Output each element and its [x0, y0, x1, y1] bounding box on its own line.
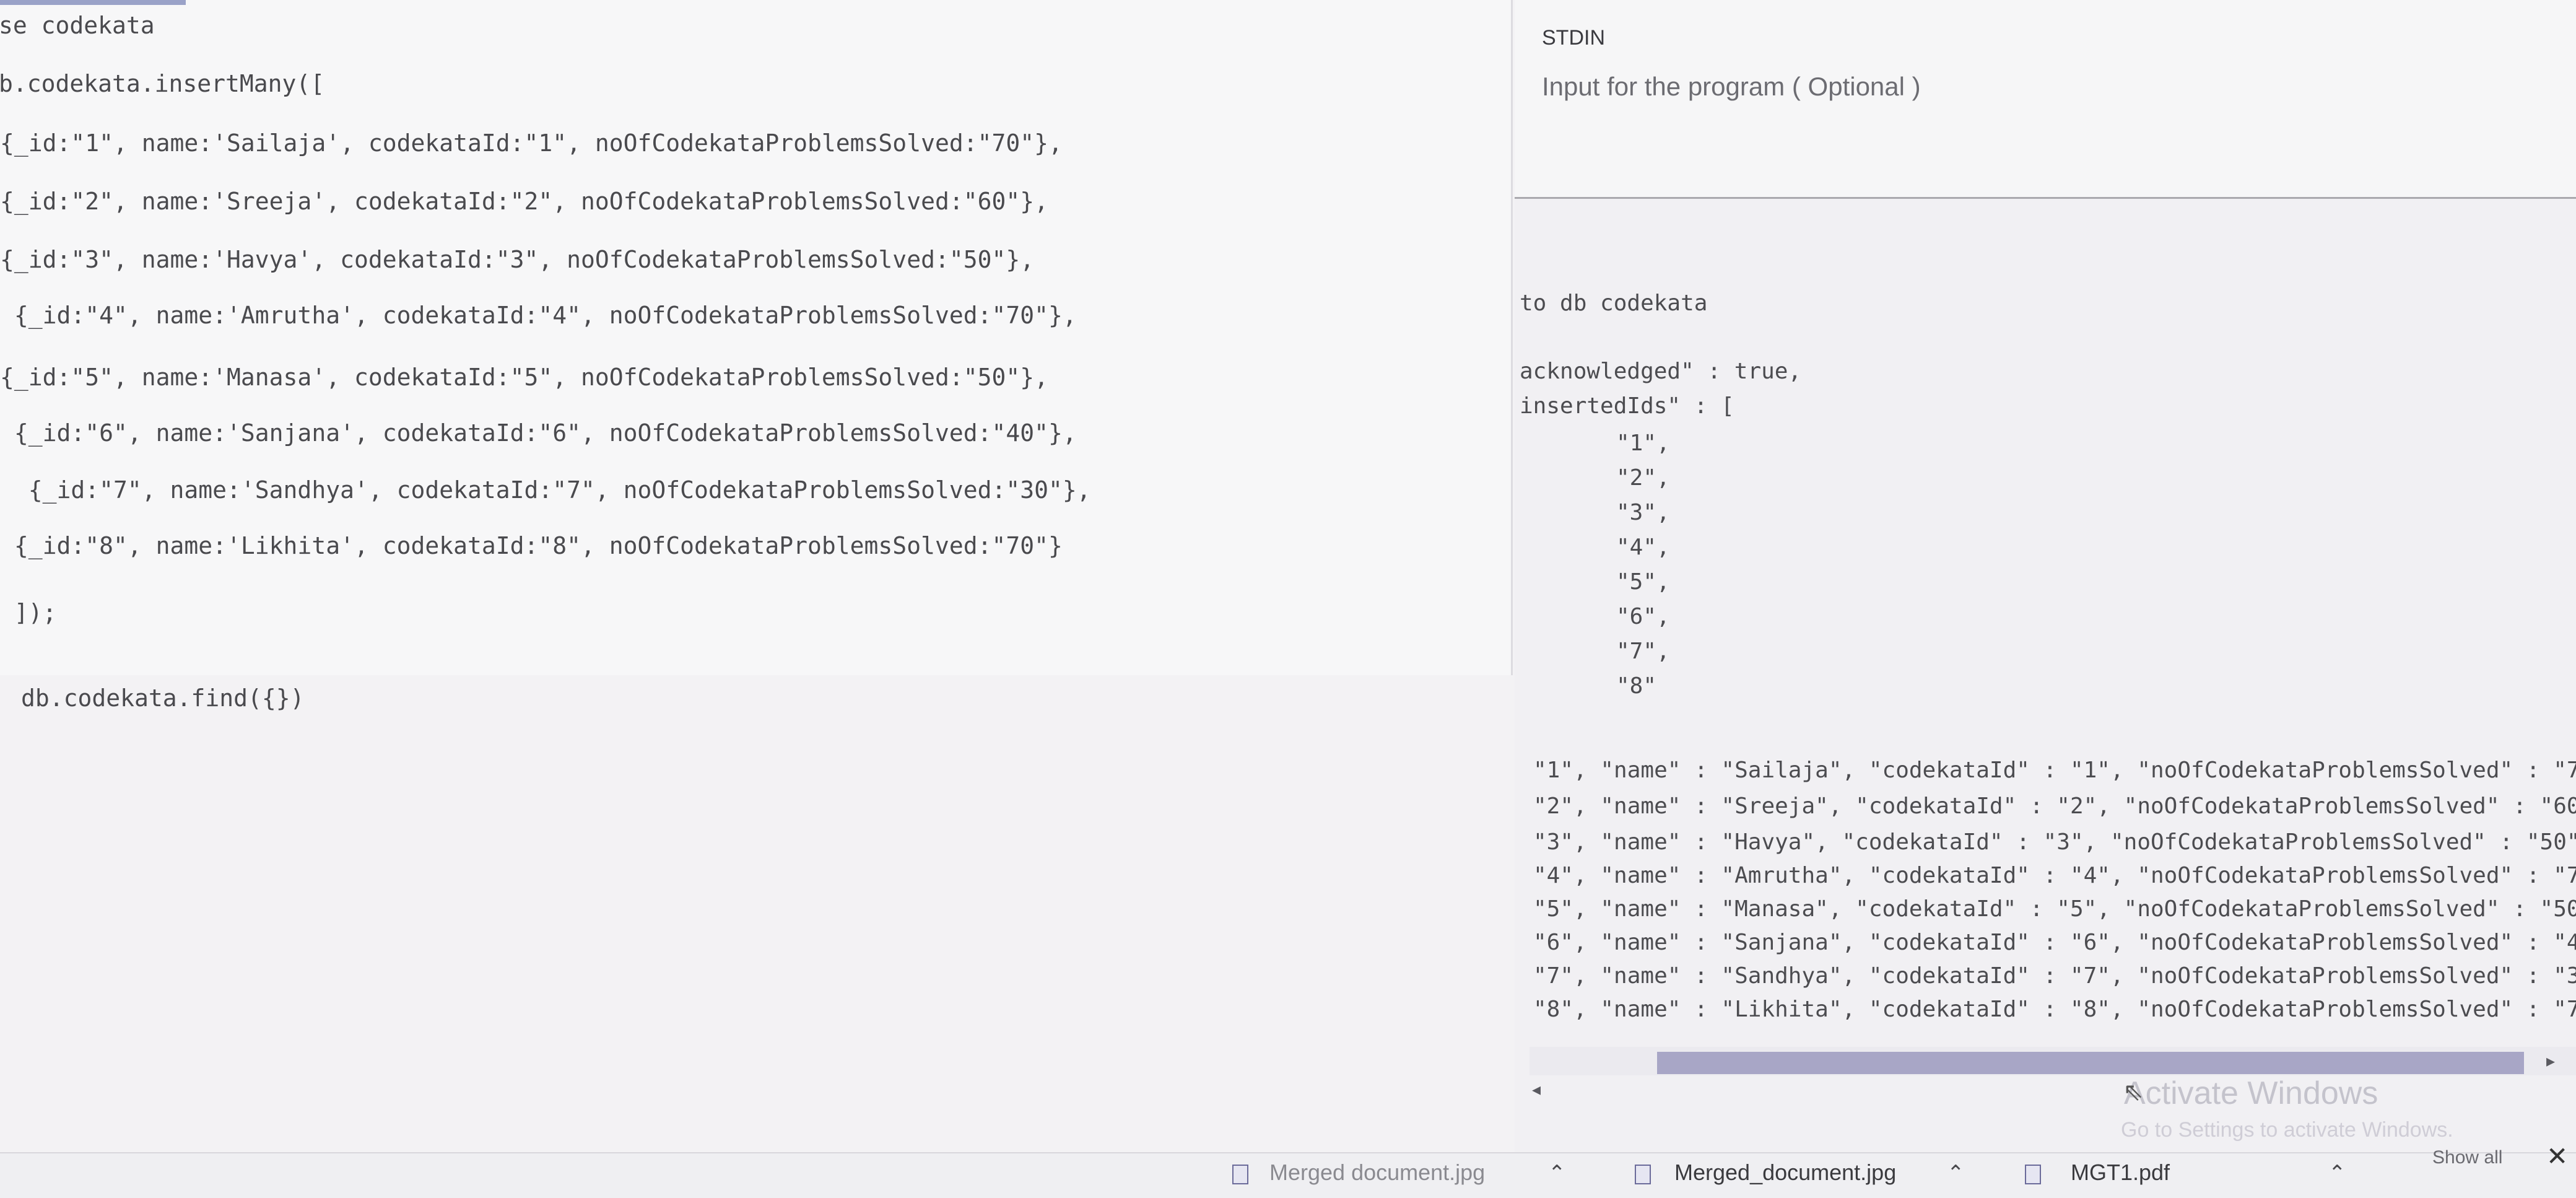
- download-item-label[interactable]: Merged document.jpg: [1269, 1160, 1485, 1186]
- inserted-id: "5",: [1616, 569, 1670, 595]
- inserted-id: "6",: [1616, 604, 1670, 629]
- activate-windows-watermark: Activate Windows: [2124, 1075, 2378, 1111]
- download-item-label[interactable]: MGT1.pdf: [2071, 1160, 2170, 1186]
- document-line: "5", "name" : "Manasa", "codekataId" : "…: [1533, 896, 2576, 922]
- document-line: "6", "name" : "Sanjana", "codekataId" : …: [1533, 930, 2576, 955]
- output-line: acknowledged" : true,: [1520, 359, 1802, 384]
- inserted-id: "4",: [1616, 535, 1670, 560]
- document-line: "4", "name" : "Amrutha", "codekataId" : …: [1533, 863, 2576, 888]
- stdin-title: STDIN: [1542, 26, 1605, 50]
- code-line: {_id:"8", name:'Likhita', codekataId:"8"…: [0, 532, 1063, 559]
- code-line: {_id:"6", name:'Sanjana', codekataId:"6"…: [0, 419, 1077, 447]
- document-line: "8", "name" : "Likhita", "codekataId" : …: [1533, 997, 2576, 1022]
- code-line: {_id:"5", name:'Manasa', codekataId:"5",…: [0, 364, 1048, 391]
- code-line: {_id:"1", name:'Sailaja', codekataId:"1"…: [0, 129, 1063, 157]
- image-file-icon: [1232, 1165, 1248, 1184]
- inserted-id: "2",: [1616, 465, 1670, 491]
- editor-tab-indicator: [0, 0, 186, 5]
- chevron-up-icon[interactable]: ⌃: [2328, 1161, 2346, 1186]
- inserted-id: "7",: [1616, 639, 1670, 664]
- document-line: "3", "name" : "Havya", "codekataId" : "3…: [1533, 829, 2576, 855]
- show-all-button[interactable]: Show all: [2432, 1147, 2502, 1168]
- mouse-pointer-icon: ⇖: [2123, 1078, 2144, 1106]
- code-line: db.codekata.find({}): [21, 684, 305, 712]
- close-icon[interactable]: ✕: [2546, 1141, 2568, 1171]
- stdin-input[interactable]: Input for the program ( Optional ): [1542, 72, 1921, 102]
- chevron-up-icon[interactable]: ⌃: [1947, 1161, 1965, 1186]
- output-line: insertedIds" : [: [1520, 393, 1734, 419]
- document-line: "1", "name" : "Sailaja", "codekataId" : …: [1533, 758, 2576, 783]
- chevron-up-icon[interactable]: ⌃: [1548, 1161, 1566, 1186]
- inserted-id: "8": [1616, 673, 1657, 699]
- download-item-label[interactable]: Merged_document.jpg: [1674, 1160, 1896, 1186]
- output-line: to db codekata: [1520, 291, 1708, 316]
- scroll-right-icon[interactable]: ▸: [2546, 1051, 2555, 1071]
- scrollbar-thumb[interactable]: [1657, 1052, 2524, 1074]
- code-line: ]);: [0, 599, 57, 626]
- code-line: se codekata: [0, 12, 155, 39]
- code-line: {_id:"3", name:'Havya', codekataId:"3", …: [0, 246, 1035, 273]
- code-line: {_id:"7", name:'Sandhya', codekataId:"7"…: [0, 476, 1091, 504]
- inserted-id: "3",: [1616, 500, 1670, 525]
- inserted-id: "1",: [1616, 431, 1670, 456]
- code-line: {_id:"2", name:'Sreeja', codekataId:"2",…: [0, 188, 1048, 215]
- pdf-file-icon: [2025, 1165, 2041, 1184]
- scroll-left-icon[interactable]: ◂: [1532, 1079, 1541, 1100]
- document-line: "7", "name" : "Sandhya", "codekataId" : …: [1533, 963, 2576, 989]
- code-line: {_id:"4", name:'Amrutha', codekataId:"4"…: [0, 302, 1077, 329]
- image-file-icon: [1635, 1165, 1651, 1184]
- code-editor[interactable]: [0, 0, 1513, 675]
- code-line: b.codekata.insertMany([: [0, 70, 325, 97]
- activate-windows-subtitle: Go to Settings to activate Windows.: [2121, 1118, 2453, 1142]
- document-line: "2", "name" : "Sreeja", "codekataId" : "…: [1533, 794, 2576, 819]
